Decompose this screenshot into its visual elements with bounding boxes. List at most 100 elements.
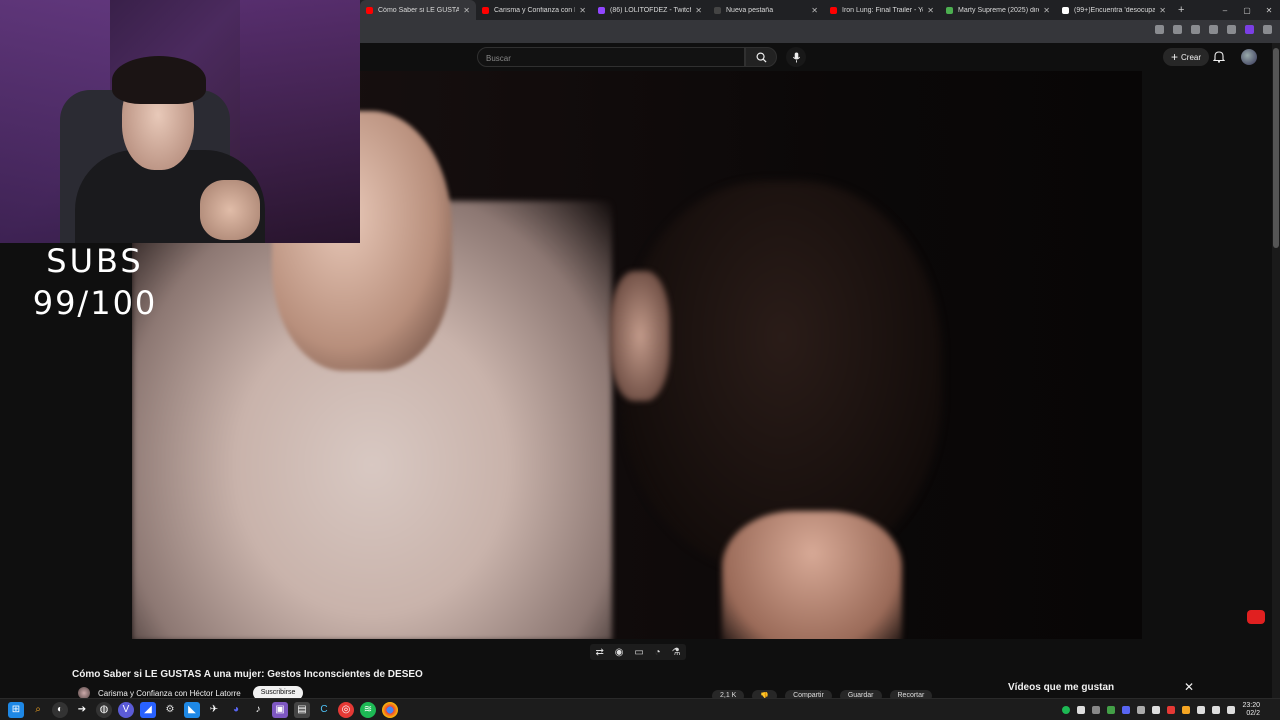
app-icon[interactable]: ◕ (228, 702, 244, 718)
tray-icon[interactable] (1182, 706, 1191, 714)
tray-icon[interactable] (1077, 706, 1086, 714)
app-icon[interactable]: ◍ (96, 701, 112, 718)
extension-icon[interactable] (1191, 25, 1200, 34)
app-icon[interactable]: ◎ (338, 701, 354, 718)
close-tab-icon[interactable]: ✕ (695, 6, 702, 15)
close-window-button[interactable]: ✕ (1258, 6, 1280, 15)
tray-icon[interactable] (1197, 706, 1206, 714)
speed-icon[interactable]: ◔ (655, 647, 661, 658)
channel-watermark-icon[interactable] (1247, 610, 1265, 624)
browser-tab[interactable]: Iron Lung: Final Trailer - YouT ✕ (824, 0, 940, 20)
liked-videos-panel: Vídeos que me gustan ✕ (1000, 676, 1200, 700)
close-tab-icon[interactable]: ✕ (463, 6, 470, 15)
app-icon[interactable]: ✈ (206, 702, 222, 718)
tray-icon[interactable] (1152, 706, 1161, 714)
app-icon[interactable]: C (316, 702, 332, 718)
subs-count: 99/100 (32, 284, 158, 322)
browser-tab-bar: Cómo Saber si LE GUSTAS A u ✕ Carisma y … (360, 0, 1280, 20)
tiktok-icon[interactable]: ♪ (250, 702, 266, 718)
liked-panel-title: Vídeos que me gustan (1008, 682, 1115, 693)
chrome-icon[interactable] (382, 701, 398, 718)
tray-icon[interactable] (1122, 706, 1131, 714)
miniplayer-icon[interactable]: ▭ (634, 647, 643, 658)
tray-icon[interactable] (1092, 706, 1101, 714)
close-tab-icon[interactable]: ✕ (927, 6, 934, 15)
search-button[interactable] (745, 47, 777, 67)
extension-icons (1155, 25, 1272, 34)
clock[interactable]: 23:20 02/2 (1242, 702, 1260, 718)
menu-icon[interactable] (1263, 25, 1272, 34)
extension-icon[interactable] (1209, 25, 1218, 34)
search-icon[interactable]: ⌕ (30, 702, 46, 718)
close-icon[interactable]: ✕ (1184, 680, 1194, 694)
bookmark-star-icon[interactable] (1173, 25, 1182, 34)
player-controls: ⇄ ◉ ▭ ◔ ⚗ (590, 644, 686, 660)
close-tab-icon[interactable]: ✕ (811, 6, 818, 15)
app-icon[interactable]: V (118, 701, 134, 718)
search-input[interactable] (478, 49, 744, 68)
channel-name[interactable]: Carisma y Confianza con Héctor Latorre (98, 689, 241, 698)
subs-label: SUBS (46, 242, 144, 280)
voice-search-button[interactable] (786, 47, 806, 67)
spotify-icon[interactable]: ≋ (360, 701, 376, 718)
youtube-header: + Crear (360, 43, 1280, 71)
tray-icon[interactable] (1212, 706, 1221, 714)
youtube-icon (830, 6, 837, 14)
tray-icon[interactable] (1062, 706, 1071, 714)
profile-icon[interactable] (1245, 25, 1254, 34)
browser-tab[interactable]: Carisma y Confianza con Héc ✕ (476, 0, 592, 20)
browser-tab[interactable]: (86) LOLITOFDEZ - Twitch ✕ (592, 0, 708, 20)
tab-title: Marty Supreme (2025) directo (958, 6, 1039, 14)
video-frame-shoulder (722, 511, 902, 639)
extensions-puzzle-icon[interactable] (1227, 25, 1236, 34)
app-icon[interactable]: ➔ (74, 702, 90, 718)
webcam-hair (112, 56, 206, 104)
search-icon (756, 52, 767, 63)
app-icon[interactable]: ◣ (184, 701, 200, 718)
window-controls: – ▢ ✕ (1214, 0, 1280, 20)
close-tab-icon[interactable]: ✕ (1043, 6, 1050, 15)
new-tab-button[interactable]: + (1178, 4, 1184, 16)
close-tab-icon[interactable]: ✕ (1159, 6, 1166, 15)
loop-icon[interactable]: ⇄ (595, 647, 603, 658)
browser-tab[interactable]: Nueva pestaña ✕ (708, 0, 824, 20)
address-bar[interactable] (360, 20, 1280, 43)
tray-icon[interactable] (1227, 706, 1236, 714)
notifications-button[interactable] (1212, 50, 1226, 68)
tab-title: (99+)Encuentra 'desocupaci (1074, 6, 1156, 14)
lab-icon[interactable]: ⚗ (672, 647, 681, 658)
browser-tab[interactable]: Cómo Saber si LE GUSTAS A u ✕ (360, 0, 476, 20)
bell-icon (1212, 51, 1226, 63)
tray-icon[interactable] (1137, 706, 1146, 714)
subs-goal-overlay: SUBS 99/100 (0, 240, 190, 324)
audio-icon[interactable]: ◉ (615, 647, 624, 658)
tray-icon[interactable] (1167, 706, 1176, 714)
close-tab-icon[interactable]: ✕ (579, 6, 586, 15)
browser-tab[interactable]: Marty Supreme (2025) directo ✕ (940, 0, 1056, 20)
app-icon[interactable]: ◐ (52, 701, 68, 718)
tab-title: Iron Lung: Final Trailer - YouT (842, 6, 923, 14)
browser-tab[interactable]: (99+)Encuentra 'desocupaci ✕ (1056, 0, 1172, 20)
windows-start-icon[interactable]: ⊞ (8, 701, 24, 718)
twitch-icon (598, 6, 605, 14)
account-avatar[interactable] (1241, 49, 1257, 65)
page-scrollbar[interactable] (1272, 43, 1280, 698)
app-icon[interactable]: ⚙ (162, 702, 178, 718)
tab-title: (86) LOLITOFDEZ - Twitch (610, 6, 692, 14)
site-icon (946, 6, 953, 14)
search-box[interactable] (477, 47, 745, 68)
cast-icon[interactable] (1155, 25, 1164, 34)
tray-icon[interactable] (1107, 706, 1116, 714)
clock-time: 23:20 (1242, 702, 1260, 709)
minimize-button[interactable]: – (1214, 6, 1236, 15)
create-label: Crear (1181, 52, 1202, 62)
scrollbar-thumb[interactable] (1273, 48, 1279, 248)
tab-title: Cómo Saber si LE GUSTAS A u (378, 6, 460, 14)
app-icon[interactable]: ◢ (140, 701, 156, 718)
maximize-button[interactable]: ▢ (1236, 6, 1258, 15)
create-button[interactable]: + Crear (1163, 48, 1210, 66)
webcam-overlay (0, 0, 360, 243)
app-icon[interactable]: ▤ (294, 701, 310, 718)
app-icon[interactable]: ▣ (272, 701, 288, 718)
plus-icon: + (1171, 50, 1179, 64)
